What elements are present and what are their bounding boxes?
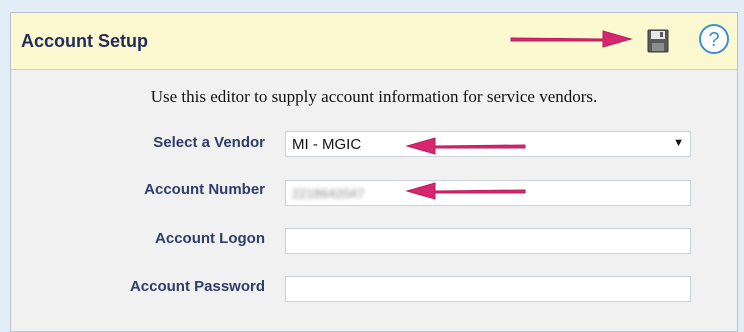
vendor-label: Select a Vendor — [153, 134, 265, 151]
account-number-value: 2218642047 — [292, 186, 365, 201]
svg-text:?: ? — [708, 29, 719, 51]
panel-title: Account Setup — [21, 31, 149, 51]
save-button[interactable] — [647, 29, 669, 53]
chevron-down-icon: ▼ — [673, 137, 684, 149]
annotation-arrow-account-number — [405, 182, 526, 200]
account-setup-panel: Account Setup ? Use this editor to suppl… — [10, 12, 738, 332]
account-password-input[interactable] — [285, 276, 691, 302]
help-button[interactable]: ? — [698, 23, 730, 55]
help-question-icon: ? — [699, 24, 729, 54]
panel-header: Account Setup ? — [11, 13, 737, 70]
account-logon-label: Account Logon — [155, 230, 265, 247]
intro-text: Use this editor to supply account inform… — [150, 87, 598, 106]
account-password-label: Account Password — [129, 278, 265, 295]
annotation-arrow-vendor — [405, 137, 526, 155]
account-logon-input[interactable] — [285, 228, 691, 254]
account-number-label: Account Number — [144, 181, 265, 198]
floppy-disk-icon — [647, 29, 669, 53]
annotation-arrow-save — [510, 30, 633, 48]
vendor-selected-value: MI - MGIC — [292, 136, 362, 153]
